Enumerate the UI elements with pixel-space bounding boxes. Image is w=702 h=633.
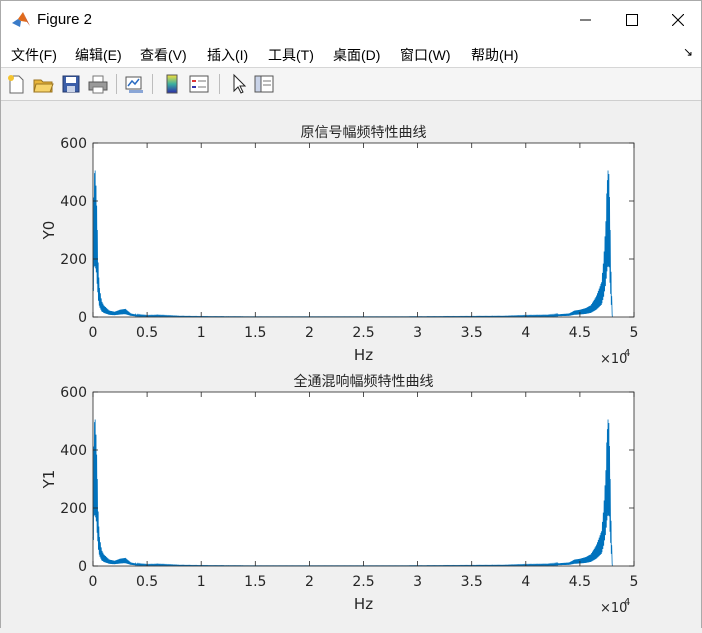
menu-help[interactable]: 帮助(H) (471, 45, 518, 65)
toolbar-separator (152, 74, 153, 94)
x-tick-label: 4.5 (569, 574, 591, 590)
axes-background (93, 392, 634, 566)
colorbar-icon[interactable] (161, 73, 183, 95)
x-tick-label: 3.5 (461, 325, 483, 341)
y-tick-label: 600 (60, 136, 87, 152)
x-axis-label: Hz (354, 346, 373, 364)
x-tick-label: 5 (630, 574, 639, 590)
x-axis-label: Hz (354, 595, 373, 613)
x-tick-label: 4 (521, 325, 530, 341)
y-tick-label: 200 (60, 252, 87, 268)
x-tick-label: 2.5 (352, 574, 374, 590)
x-tick-label: 1.5 (244, 574, 266, 590)
print-icon[interactable] (87, 73, 109, 95)
toolbar-separator (116, 74, 117, 94)
open-file-icon[interactable] (32, 73, 54, 95)
x-tick-label: 1.5 (244, 325, 266, 341)
x-tick-label: 4 (521, 574, 530, 590)
x-tick-label: 5 (630, 325, 639, 341)
maximize-button[interactable] (609, 1, 655, 39)
menu-insert[interactable]: 插入(I) (207, 45, 248, 65)
y-tick-label: 200 (60, 501, 87, 517)
close-icon (672, 14, 684, 26)
new-figure-icon[interactable] (5, 73, 27, 95)
y-axis-label: Y0 (40, 221, 58, 241)
minimize-button[interactable] (563, 1, 609, 39)
x-tick-label: 4.5 (569, 325, 591, 341)
save-icon[interactable] (60, 73, 82, 95)
window-title: Figure 2 (37, 11, 93, 28)
toolbar-separator (219, 74, 220, 94)
toolbar (1, 68, 701, 101)
x-exponent-power: 4 (624, 597, 630, 608)
minimize-icon (580, 19, 591, 21)
x-tick-label: 3 (413, 325, 422, 341)
y-tick-label: 600 (60, 385, 87, 401)
figure-window: Figure 2 文件(F) 编辑(E) 查看(V) 插入(I) 工具(T) 桌… (0, 0, 702, 628)
y-tick-label: 400 (60, 443, 87, 459)
y-tick-label: 0 (78, 559, 87, 575)
menu-desktop[interactable]: 桌面(D) (333, 45, 380, 65)
x-tick-label: 1 (197, 574, 206, 590)
matlab-icon (11, 10, 31, 30)
y-axis-label: Y1 (40, 470, 58, 490)
x-tick-label: 0 (89, 574, 98, 590)
figure-canvas: 0 0.5 1 1.5 2 2.5 3 3.5 4 4.5 5 0 200 400 600 原信号幅频特性曲线… (1, 101, 701, 628)
x-tick-label: 1 (197, 325, 206, 341)
menu-bar: 文件(F) 编辑(E) 查看(V) 插入(I) 工具(T) 桌面(D) 窗口(W… (1, 39, 701, 68)
menu-file[interactable]: 文件(F) (11, 45, 57, 65)
x-tick-label: 0.5 (136, 325, 158, 341)
menu-edit[interactable]: 编辑(E) (75, 45, 122, 65)
y-tick-label: 400 (60, 194, 87, 210)
pointer-icon[interactable] (227, 73, 249, 95)
menu-window[interactable]: 窗口(W) (400, 45, 451, 65)
x-tick-label: 0.5 (136, 574, 158, 590)
axes-background (93, 143, 634, 317)
menu-tools[interactable]: 工具(T) (268, 45, 314, 65)
figure-svg: 0 0.5 1 1.5 2 2.5 3 3.5 4 4.5 50200400600原信号幅频特性曲线… (40, 125, 639, 616)
close-button[interactable] (655, 1, 701, 39)
x-tick-label: 3.5 (461, 574, 483, 590)
maximize-icon (626, 14, 638, 26)
x-tick-label: 2 (305, 574, 314, 590)
title-bar[interactable]: Figure 2 (1, 1, 701, 39)
x-tick-label: 0 (89, 325, 98, 341)
plot-tools-icon[interactable] (253, 73, 275, 95)
x-tick-label: 2 (305, 325, 314, 341)
x-tick-label: 2.5 (352, 325, 374, 341)
link-plot-icon[interactable] (123, 73, 145, 95)
x-exponent-power: 4 (624, 348, 630, 359)
x-tick-label: 3 (413, 574, 422, 590)
chart-title: 原信号幅频特性曲线 (301, 125, 427, 141)
menu-view[interactable]: 查看(V) (140, 45, 187, 65)
dock-arrow-icon[interactable]: ↘ (683, 45, 693, 59)
chart-title: 全通混响幅频特性曲线 (294, 373, 434, 390)
y-tick-label: 0 (78, 310, 87, 326)
legend-icon[interactable] (188, 73, 210, 95)
